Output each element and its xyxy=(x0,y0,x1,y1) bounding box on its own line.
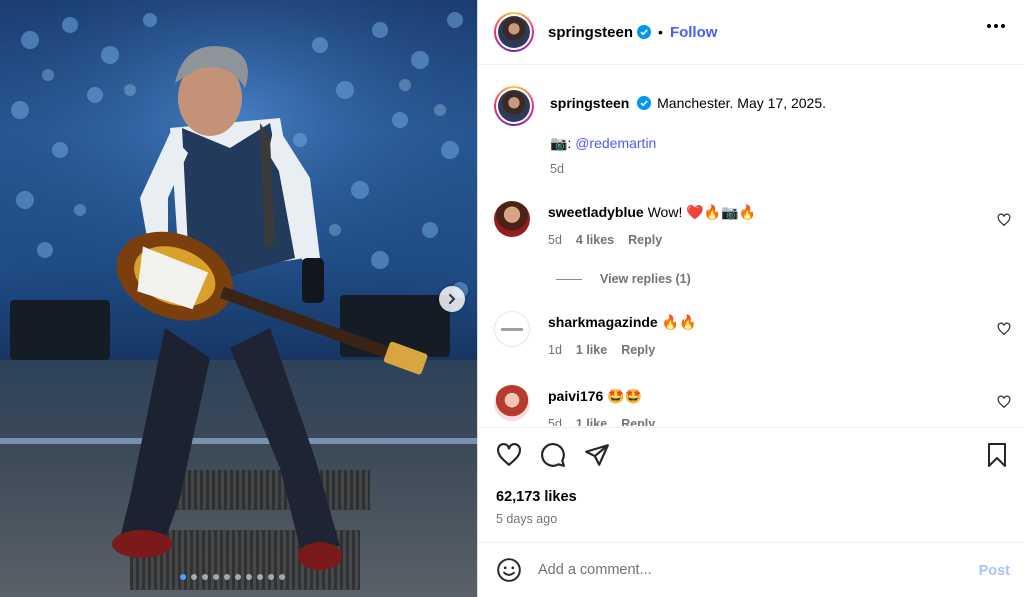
carousel-indicator xyxy=(180,574,285,580)
carousel-dot[interactable] xyxy=(202,574,208,580)
save-bookmark-icon[interactable] xyxy=(985,442,1009,468)
comment-username[interactable]: sharkmagazinde xyxy=(548,314,658,330)
comment-likes[interactable]: 1 like xyxy=(576,341,607,359)
like-comment-heart-icon[interactable] xyxy=(997,213,1011,227)
like-comment-heart-icon[interactable] xyxy=(997,322,1011,336)
post-comment-button[interactable]: Post xyxy=(979,563,1010,579)
comment-username[interactable]: sweetladyblue xyxy=(548,204,644,220)
comment-text: 🤩🤩 xyxy=(607,388,643,404)
caption-username[interactable]: springsteen xyxy=(550,95,629,111)
chevron-right-icon xyxy=(449,294,456,304)
comment-bubble-icon[interactable] xyxy=(540,442,566,468)
carousel-dot[interactable] xyxy=(279,574,285,580)
author-username[interactable]: springsteen xyxy=(548,24,633,41)
commenter-avatar[interactable] xyxy=(494,311,530,347)
like-heart-icon[interactable] xyxy=(496,442,522,468)
carousel-dot[interactable] xyxy=(213,574,219,580)
verified-badge-icon xyxy=(637,96,652,110)
like-comment-heart-icon[interactable] xyxy=(997,395,1011,409)
comment-item: sharkmagazinde 🔥🔥 1d 1 like Reply xyxy=(494,311,696,359)
comment-item: sweetladyblue Wow! ❤️🔥📷🔥 5d 4 likes Repl… xyxy=(494,201,756,249)
post-header: springsteen • Follow xyxy=(478,0,1024,65)
avatar-logo-mark xyxy=(501,327,523,331)
view-replies-button[interactable]: View replies (1) xyxy=(556,272,691,286)
carousel-next-button[interactable] xyxy=(439,286,465,312)
carousel-dot[interactable] xyxy=(224,574,230,580)
comment-likes[interactable]: 1 like xyxy=(576,415,607,426)
header-separator: • xyxy=(658,24,663,40)
avatar-image xyxy=(498,90,530,122)
replies-divider xyxy=(556,278,582,280)
more-options-icon[interactable] xyxy=(987,24,1005,28)
performer-illustration xyxy=(112,46,428,570)
comment-text: Wow! ❤️🔥📷🔥 xyxy=(647,204,756,220)
comment-input[interactable] xyxy=(538,562,938,578)
likes-count[interactable]: 62,173 likes xyxy=(496,489,577,505)
author-avatar[interactable] xyxy=(494,12,534,52)
carousel-dot[interactable] xyxy=(191,574,197,580)
carousel-dot[interactable] xyxy=(235,574,241,580)
commenter-avatar[interactable] xyxy=(494,201,530,237)
commenter-avatar[interactable] xyxy=(494,385,530,421)
post-actions: 62,173 likes 5 days ago xyxy=(478,427,1024,542)
emoji-smiley-icon[interactable] xyxy=(496,557,522,583)
post-timestamp: 5 days ago xyxy=(496,512,558,526)
comment-likes[interactable]: 4 likes xyxy=(576,231,614,249)
avatar-image xyxy=(498,16,530,48)
post-photo xyxy=(0,0,477,597)
comment-username[interactable]: paivi176 xyxy=(548,388,603,404)
comment-item: paivi176 🤩🤩 5d 1 like Reply xyxy=(494,385,655,426)
caption-text: Manchester. May 17, 2025. xyxy=(657,95,827,111)
carousel-dot[interactable] xyxy=(268,574,274,580)
comment-age: 1d xyxy=(548,343,562,357)
carousel-dot[interactable] xyxy=(246,574,252,580)
add-comment-bar: Post xyxy=(478,542,1024,597)
reply-button[interactable]: Reply xyxy=(621,415,655,426)
reply-button[interactable]: Reply xyxy=(628,231,662,249)
camera-credit-label: 📷: xyxy=(550,135,572,151)
comment-text: 🔥🔥 xyxy=(661,314,697,330)
comment-age: 5d xyxy=(548,417,562,426)
reply-button[interactable]: Reply xyxy=(621,341,655,359)
caption-age: 5d xyxy=(550,162,564,176)
verified-badge-icon xyxy=(637,25,652,39)
share-paper-plane-icon[interactable] xyxy=(584,442,610,468)
comment-age: 5d xyxy=(548,233,562,247)
caption: springsteen Manchester. May 17, 2025. 📷:… xyxy=(494,86,826,178)
photographer-mention-link[interactable]: @redemartin xyxy=(575,135,656,151)
carousel-dot[interactable] xyxy=(180,574,186,580)
follow-button[interactable]: Follow xyxy=(670,24,718,41)
post-modal: springsteen • Follow springsteen Manches… xyxy=(0,0,1024,597)
carousel-dot[interactable] xyxy=(257,574,263,580)
comments-list[interactable]: springsteen Manchester. May 17, 2025. 📷:… xyxy=(478,66,1024,426)
post-side-panel: springsteen • Follow springsteen Manches… xyxy=(477,0,1024,597)
caption-author-avatar[interactable] xyxy=(494,86,534,126)
view-replies-label: View replies (1) xyxy=(600,272,691,286)
